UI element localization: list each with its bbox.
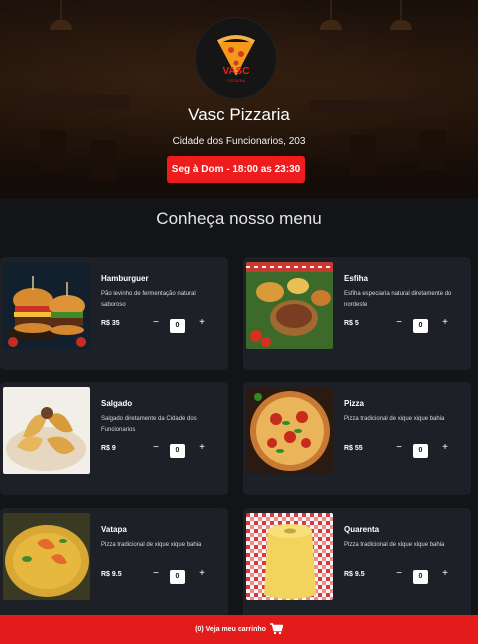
menu-title: Conheça nosso menu: [156, 209, 322, 228]
item-price: R$ 35: [101, 320, 120, 327]
vatapa-photo: [3, 513, 90, 600]
menu-item-card: Vatapa Pizza tradicional de xique xique …: [0, 508, 228, 621]
item-name: Pizza: [344, 399, 365, 408]
item-description: Esfiha especiaria natural diretamente do…: [344, 291, 452, 308]
pizza-photo: [246, 387, 333, 474]
quantity-field[interactable]: 0: [413, 319, 428, 333]
cart-icon: [269, 622, 284, 637]
decrease-quantity-button[interactable]: −: [394, 442, 404, 454]
opening-hours-badge: Seg à Dom - 18:00 as 23:30: [167, 156, 305, 183]
quantity-field[interactable]: 0: [413, 444, 428, 458]
item-price: R$ 9.5: [101, 571, 122, 578]
decrease-quantity-button[interactable]: −: [394, 568, 404, 580]
store-address: Cidade dos Funcionarios, 203: [172, 136, 306, 147]
decrease-quantity-button[interactable]: −: [151, 442, 161, 454]
increase-quantity-button[interactable]: +: [197, 317, 207, 329]
item-description: Salgado diretamente da Cidade dos Funcio…: [101, 416, 197, 433]
increase-quantity-button[interactable]: +: [197, 442, 207, 454]
increase-quantity-button[interactable]: +: [440, 442, 450, 454]
store-name: Vasc Pizzaria: [188, 105, 290, 124]
hamburguer-photo: [3, 262, 90, 349]
item-name: Esfiha: [344, 274, 369, 283]
menu-item-card: Hamburguer Pão levinho de fermentação na…: [0, 257, 228, 370]
item-name: Hamburguer: [101, 274, 149, 283]
quantity-field[interactable]: 0: [170, 444, 185, 458]
decrease-quantity-button[interactable]: −: [151, 568, 161, 580]
logo-subtext: PIZZARIA: [227, 78, 245, 83]
increase-quantity-button[interactable]: +: [197, 568, 207, 580]
menu-item-card: Pizza Pizza tradicional de xique xique b…: [243, 382, 471, 495]
quarenta-photo: [246, 513, 333, 600]
item-description: Pizza tradicional de xique xique bahia: [101, 542, 202, 548]
item-price: R$ 9: [101, 445, 116, 452]
item-description: Pizza tradicional de xique xique bahia: [344, 416, 445, 422]
pizza-logo-icon: VASC PIZZARIA: [217, 35, 255, 83]
quantity-field[interactable]: 0: [170, 570, 185, 584]
salgado-photo: [3, 387, 90, 474]
esfiha-photo: [246, 262, 333, 349]
item-name: Vatapa: [101, 525, 127, 534]
logo-text: VASC: [222, 66, 249, 77]
item-name: Quarenta: [344, 525, 380, 534]
quantity-field[interactable]: 0: [170, 319, 185, 333]
increase-quantity-button[interactable]: +: [440, 568, 450, 580]
pizzaria-logo: VASC PIZZARIA: [196, 18, 276, 98]
item-description: Pizza tradicional de xique xique bahia: [344, 542, 445, 548]
item-price: R$ 9.5: [344, 571, 365, 578]
cart-label: (0) Veja meu carrinho: [195, 626, 266, 633]
quantity-field[interactable]: 0: [413, 570, 428, 584]
item-name: Salgado: [101, 399, 133, 408]
item-price: R$ 5: [344, 320, 359, 327]
item-price: R$ 55: [344, 445, 363, 452]
decrease-quantity-button[interactable]: −: [394, 317, 404, 329]
menu-item-card: Salgado Salgado diretamente da Cidade do…: [0, 382, 228, 495]
increase-quantity-button[interactable]: +: [440, 317, 450, 329]
menu-item-card: Esfiha Esfiha especiaria natural diretam…: [243, 257, 471, 370]
view-cart-button[interactable]: (0) Veja meu carrinho: [0, 615, 478, 644]
decrease-quantity-button[interactable]: −: [151, 317, 161, 329]
hero-content: VASC PIZZARIA Vasc Pizzaria Cidade dos F…: [0, 0, 478, 198]
item-description: Pão levinho de fermentação natural sabor…: [101, 291, 196, 308]
menu-item-card: Quarenta Pizza tradicional de xique xiqu…: [243, 508, 471, 621]
